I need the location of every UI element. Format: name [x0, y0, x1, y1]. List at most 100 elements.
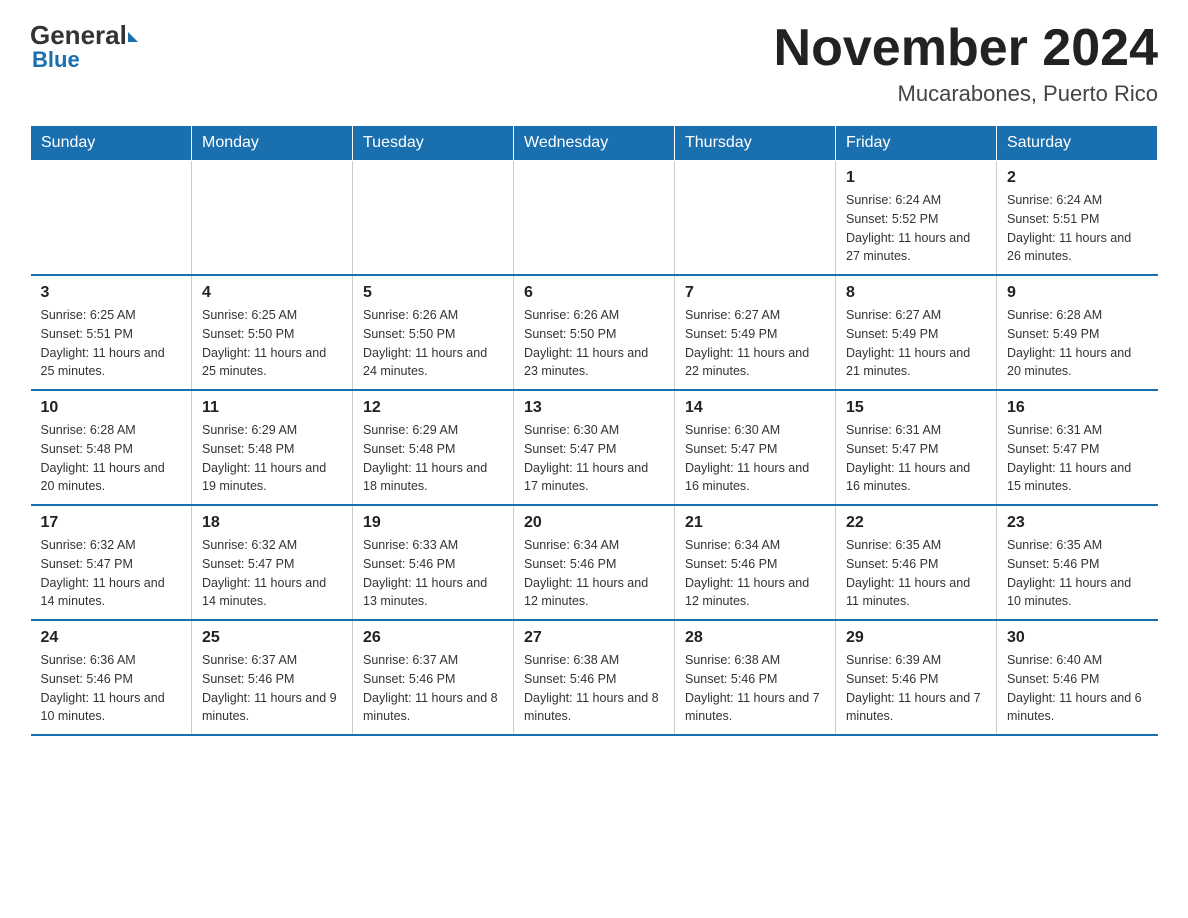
day-number: 7	[685, 284, 825, 302]
day-info: Sunrise: 6:28 AMSunset: 5:48 PMDaylight:…	[41, 421, 182, 496]
day-number: 15	[846, 399, 986, 417]
day-info: Sunrise: 6:35 AMSunset: 5:46 PMDaylight:…	[846, 536, 986, 611]
day-info: Sunrise: 6:38 AMSunset: 5:46 PMDaylight:…	[524, 651, 664, 726]
calendar-cell	[192, 161, 353, 276]
calendar-cell: 10 Sunrise: 6:28 AMSunset: 5:48 PMDayligh…	[31, 390, 192, 505]
weekday-header-tuesday: Tuesday	[353, 126, 514, 161]
day-info: Sunrise: 6:24 AMSunset: 5:52 PMDaylight:…	[846, 191, 986, 266]
page-header: General Blue November 2024 Mucarabones, …	[30, 20, 1158, 107]
day-number: 16	[1007, 399, 1148, 417]
calendar-cell: 26 Sunrise: 6:37 AMSunset: 5:46 PMDayligh…	[353, 620, 514, 735]
logo-triangle	[128, 32, 138, 42]
calendar-cell: 12 Sunrise: 6:29 AMSunset: 5:48 PMDayligh…	[353, 390, 514, 505]
day-number: 11	[202, 399, 342, 417]
calendar-cell	[514, 161, 675, 276]
day-info: Sunrise: 6:29 AMSunset: 5:48 PMDaylight:…	[363, 421, 503, 496]
day-info: Sunrise: 6:31 AMSunset: 5:47 PMDaylight:…	[1007, 421, 1148, 496]
calendar-cell: 7 Sunrise: 6:27 AMSunset: 5:49 PMDaylight…	[675, 275, 836, 390]
day-number: 22	[846, 514, 986, 532]
calendar-cell: 17Sunrise: 6:32 AMSunset: 5:47 PMDayligh…	[31, 505, 192, 620]
weekday-header-wednesday: Wednesday	[514, 126, 675, 161]
day-info: Sunrise: 6:37 AMSunset: 5:46 PMDaylight:…	[202, 651, 342, 726]
day-info: Sunrise: 6:26 AMSunset: 5:50 PMDaylight:…	[363, 306, 503, 381]
calendar-row-3: 10 Sunrise: 6:28 AMSunset: 5:48 PMDayligh…	[31, 390, 1158, 505]
calendar-row-4: 17Sunrise: 6:32 AMSunset: 5:47 PMDayligh…	[31, 505, 1158, 620]
day-info: Sunrise: 6:33 AMSunset: 5:46 PMDaylight:…	[363, 536, 503, 611]
day-number: 24	[41, 629, 182, 647]
calendar-cell: 14 Sunrise: 6:30 AMSunset: 5:47 PMDayligh…	[675, 390, 836, 505]
day-info: Sunrise: 6:38 AMSunset: 5:46 PMDaylight:…	[685, 651, 825, 726]
calendar-row-1: 1 Sunrise: 6:24 AMSunset: 5:52 PMDaylight…	[31, 161, 1158, 276]
day-number: 20	[524, 514, 664, 532]
calendar-cell: 1 Sunrise: 6:24 AMSunset: 5:52 PMDaylight…	[836, 161, 997, 276]
day-number: 6	[524, 284, 664, 302]
day-info: Sunrise: 6:27 AMSunset: 5:49 PMDaylight:…	[685, 306, 825, 381]
day-info: Sunrise: 6:35 AMSunset: 5:46 PMDaylight:…	[1007, 536, 1148, 611]
calendar-cell: 27Sunrise: 6:38 AMSunset: 5:46 PMDayligh…	[514, 620, 675, 735]
day-number: 1	[846, 169, 986, 187]
calendar-cell	[675, 161, 836, 276]
calendar-subtitle: Mucarabones, Puerto Rico	[774, 81, 1158, 107]
day-info: Sunrise: 6:27 AMSunset: 5:49 PMDaylight:…	[846, 306, 986, 381]
day-number: 21	[685, 514, 825, 532]
day-number: 4	[202, 284, 342, 302]
calendar-cell: 18Sunrise: 6:32 AMSunset: 5:47 PMDayligh…	[192, 505, 353, 620]
calendar-cell: 9 Sunrise: 6:28 AMSunset: 5:49 PMDaylight…	[997, 275, 1158, 390]
weekday-header-friday: Friday	[836, 126, 997, 161]
day-number: 23	[1007, 514, 1148, 532]
calendar-row-5: 24 Sunrise: 6:36 AMSunset: 5:46 PMDayligh…	[31, 620, 1158, 735]
weekday-header-sunday: Sunday	[31, 126, 192, 161]
day-number: 5	[363, 284, 503, 302]
day-info: Sunrise: 6:34 AMSunset: 5:46 PMDaylight:…	[685, 536, 825, 611]
weekday-header-thursday: Thursday	[675, 126, 836, 161]
weekday-header-monday: Monday	[192, 126, 353, 161]
calendar-cell: 28Sunrise: 6:38 AMSunset: 5:46 PMDayligh…	[675, 620, 836, 735]
title-block: November 2024 Mucarabones, Puerto Rico	[774, 20, 1158, 107]
day-info: Sunrise: 6:25 AMSunset: 5:50 PMDaylight:…	[202, 306, 342, 381]
day-info: Sunrise: 6:37 AMSunset: 5:46 PMDaylight:…	[363, 651, 503, 726]
day-number: 29	[846, 629, 986, 647]
day-info: Sunrise: 6:29 AMSunset: 5:48 PMDaylight:…	[202, 421, 342, 496]
day-info: Sunrise: 6:26 AMSunset: 5:50 PMDaylight:…	[524, 306, 664, 381]
logo-blue: Blue	[30, 47, 80, 73]
day-number: 25	[202, 629, 342, 647]
calendar-body: 1 Sunrise: 6:24 AMSunset: 5:52 PMDaylight…	[31, 161, 1158, 736]
calendar-cell: 2Sunrise: 6:24 AMSunset: 5:51 PMDaylight…	[997, 161, 1158, 276]
calendar-cell: 20 Sunrise: 6:34 AMSunset: 5:46 PMDayligh…	[514, 505, 675, 620]
day-number: 17	[41, 514, 182, 532]
calendar-cell: 22 Sunrise: 6:35 AMSunset: 5:46 PMDayligh…	[836, 505, 997, 620]
calendar-cell	[353, 161, 514, 276]
day-number: 10	[41, 399, 182, 417]
day-info: Sunrise: 6:34 AMSunset: 5:46 PMDaylight:…	[524, 536, 664, 611]
day-info: Sunrise: 6:39 AMSunset: 5:46 PMDaylight:…	[846, 651, 986, 726]
weekday-header-row: SundayMondayTuesdayWednesdayThursdayFrid…	[31, 126, 1158, 161]
day-number: 8	[846, 284, 986, 302]
calendar-cell: 5 Sunrise: 6:26 AMSunset: 5:50 PMDaylight…	[353, 275, 514, 390]
calendar-cell: 6 Sunrise: 6:26 AMSunset: 5:50 PMDaylight…	[514, 275, 675, 390]
calendar-cell: 30Sunrise: 6:40 AMSunset: 5:46 PMDayligh…	[997, 620, 1158, 735]
day-number: 9	[1007, 284, 1148, 302]
calendar-cell: 19 Sunrise: 6:33 AMSunset: 5:46 PMDayligh…	[353, 505, 514, 620]
calendar-header: SundayMondayTuesdayWednesdayThursdayFrid…	[31, 126, 1158, 161]
weekday-header-saturday: Saturday	[997, 126, 1158, 161]
calendar-cell: 21 Sunrise: 6:34 AMSunset: 5:46 PMDayligh…	[675, 505, 836, 620]
day-info: Sunrise: 6:30 AMSunset: 5:47 PMDaylight:…	[685, 421, 825, 496]
day-number: 19	[363, 514, 503, 532]
day-info: Sunrise: 6:25 AMSunset: 5:51 PMDaylight:…	[41, 306, 182, 381]
day-number: 12	[363, 399, 503, 417]
day-info: Sunrise: 6:28 AMSunset: 5:49 PMDaylight:…	[1007, 306, 1148, 381]
day-info: Sunrise: 6:31 AMSunset: 5:47 PMDaylight:…	[846, 421, 986, 496]
day-info: Sunrise: 6:30 AMSunset: 5:47 PMDaylight:…	[524, 421, 664, 496]
calendar-cell: 4 Sunrise: 6:25 AMSunset: 5:50 PMDaylight…	[192, 275, 353, 390]
calendar-title: November 2024	[774, 20, 1158, 77]
day-number: 13	[524, 399, 664, 417]
day-number: 3	[41, 284, 182, 302]
calendar-cell	[31, 161, 192, 276]
calendar-cell: 23 Sunrise: 6:35 AMSunset: 5:46 PMDayligh…	[997, 505, 1158, 620]
day-info: Sunrise: 6:36 AMSunset: 5:46 PMDaylight:…	[41, 651, 182, 726]
calendar-cell: 16 Sunrise: 6:31 AMSunset: 5:47 PMDayligh…	[997, 390, 1158, 505]
day-number: 14	[685, 399, 825, 417]
day-number: 26	[363, 629, 503, 647]
logo: General Blue	[30, 20, 138, 73]
calendar-table: SundayMondayTuesdayWednesdayThursdayFrid…	[30, 125, 1158, 736]
